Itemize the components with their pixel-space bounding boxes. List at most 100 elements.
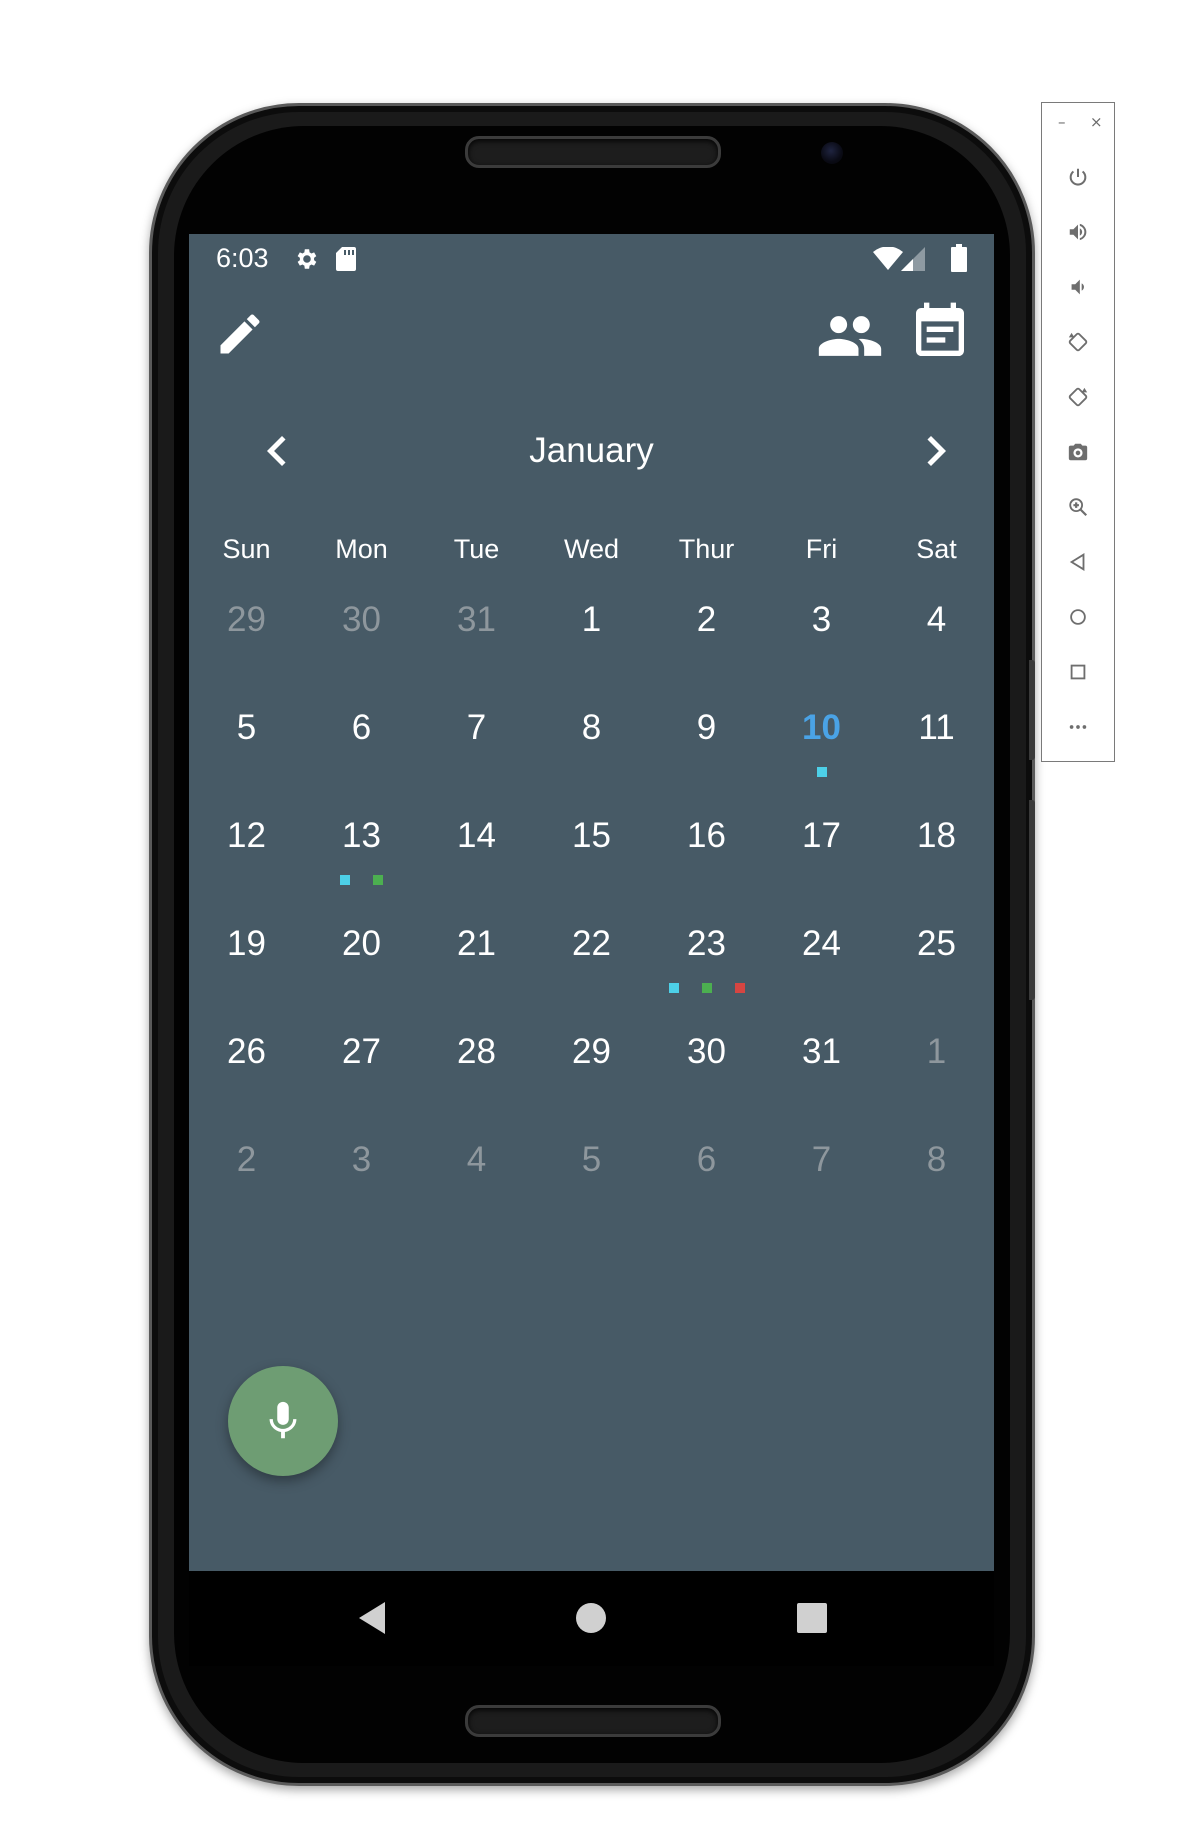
day-cell-other-month[interactable]: 31 [419, 574, 534, 682]
day-cell[interactable]: 23 [649, 898, 764, 1006]
month-title: January [529, 431, 654, 470]
day-number: 30 [687, 1032, 726, 1071]
day-cell[interactable]: 28 [419, 1006, 534, 1114]
back-icon[interactable] [351, 1598, 391, 1643]
day-cell-other-month[interactable]: 2 [189, 1114, 304, 1222]
rotate-right-icon[interactable] [1056, 375, 1100, 419]
day-number: 15 [572, 816, 611, 855]
day-cell[interactable]: 13 [304, 790, 419, 898]
day-cell[interactable]: 26 [189, 1006, 304, 1114]
day-number: 31 [802, 1032, 841, 1071]
overview-icon[interactable] [1056, 650, 1100, 694]
day-number: 17 [802, 816, 841, 855]
day-number: 5 [581, 1140, 602, 1179]
day-cell[interactable]: 15 [534, 790, 649, 898]
zoom-icon[interactable] [1056, 485, 1100, 529]
day-number: 12 [227, 816, 266, 855]
day-cell[interactable]: 6 [304, 682, 419, 790]
event-indicators [764, 767, 879, 777]
weekday-label: Sun [222, 534, 271, 564]
wifi-icon [873, 246, 903, 276]
day-number: 16 [687, 816, 726, 855]
weekday-header: Sun Mon Tue Wed Thur Fri Sat [189, 524, 994, 574]
day-number: 6 [696, 1140, 717, 1179]
earpiece-speaker [465, 136, 721, 168]
day-number: 27 [342, 1032, 381, 1071]
day-cell[interactable]: 12 [189, 790, 304, 898]
recents-icon[interactable] [792, 1598, 832, 1643]
settings-icon [293, 246, 319, 277]
close-button[interactable]: × [1090, 113, 1103, 131]
day-number: 25 [917, 924, 956, 963]
back-icon[interactable] [1056, 540, 1100, 584]
day-cell[interactable]: 9 [649, 682, 764, 790]
day-cell-other-month[interactable]: 5 [534, 1114, 649, 1222]
day-cell[interactable]: 31 [764, 1006, 879, 1114]
day-number: 18 [917, 816, 956, 855]
day-cell-today[interactable]: 10 [764, 682, 879, 790]
day-cell[interactable]: 17 [764, 790, 879, 898]
day-cell-other-month[interactable]: 30 [304, 574, 419, 682]
stage: 6:03 January Sun Mon Tue Wed Thur Fri Sa… [0, 0, 1187, 1840]
day-cell[interactable]: 21 [419, 898, 534, 1006]
day-number: 11 [918, 708, 955, 747]
day-cell[interactable]: 30 [649, 1006, 764, 1114]
more-icon[interactable] [1056, 705, 1100, 749]
day-cell[interactable]: 24 [764, 898, 879, 1006]
day-cell-other-month[interactable]: 4 [419, 1114, 534, 1222]
day-cell[interactable]: 8 [534, 682, 649, 790]
voice-input-button[interactable] [228, 1366, 338, 1476]
power-icon[interactable] [1056, 155, 1100, 199]
day-number: 28 [457, 1032, 496, 1071]
side-button [1029, 800, 1035, 1000]
day-cell[interactable]: 22 [534, 898, 649, 1006]
next-month-button[interactable] [906, 421, 966, 481]
day-number: 8 [926, 1140, 947, 1179]
front-camera [821, 142, 843, 164]
home-icon[interactable] [571, 1598, 611, 1643]
home-icon[interactable] [1056, 595, 1100, 639]
day-cell-other-month[interactable]: 6 [649, 1114, 764, 1222]
day-number: 30 [342, 600, 381, 639]
day-cell-other-month[interactable]: 29 [189, 574, 304, 682]
edit-pencil-icon[interactable] [214, 308, 266, 365]
event-note-icon[interactable] [908, 300, 972, 369]
day-number: 10 [802, 708, 841, 747]
day-number: 7 [811, 1140, 832, 1179]
day-cell-other-month[interactable]: 7 [764, 1114, 879, 1222]
month-navigation: January [189, 421, 994, 481]
day-cell[interactable]: 29 [534, 1006, 649, 1114]
day-cell[interactable]: 4 [879, 574, 994, 682]
day-cell[interactable]: 11 [879, 682, 994, 790]
camera-icon[interactable] [1056, 430, 1100, 474]
day-cell-other-month[interactable]: 3 [304, 1114, 419, 1222]
battery-icon [951, 244, 967, 277]
day-cell[interactable]: 5 [189, 682, 304, 790]
previous-month-button[interactable] [247, 421, 307, 481]
day-cell[interactable]: 25 [879, 898, 994, 1006]
system-nav-bar [189, 1571, 994, 1666]
event-indicators [304, 875, 419, 885]
day-cell[interactable]: 20 [304, 898, 419, 1006]
day-cell[interactable]: 3 [764, 574, 879, 682]
day-cell[interactable]: 27 [304, 1006, 419, 1114]
day-number: 23 [687, 924, 726, 963]
day-cell[interactable]: 7 [419, 682, 534, 790]
rotate-left-icon[interactable] [1056, 320, 1100, 364]
day-cell[interactable]: 1 [534, 574, 649, 682]
day-number: 8 [581, 708, 602, 747]
volume-up-icon[interactable] [1056, 210, 1100, 254]
day-cell-other-month[interactable]: 1 [879, 1006, 994, 1114]
day-cell[interactable]: 2 [649, 574, 764, 682]
people-icon[interactable] [816, 302, 884, 375]
minimize-button[interactable]: – [1058, 113, 1066, 131]
day-cell-other-month[interactable]: 8 [879, 1114, 994, 1222]
day-number: 29 [572, 1032, 611, 1071]
day-cell[interactable]: 18 [879, 790, 994, 898]
day-cell[interactable]: 16 [649, 790, 764, 898]
volume-down-icon[interactable] [1056, 265, 1100, 309]
day-cell[interactable]: 14 [419, 790, 534, 898]
event-dot [373, 875, 383, 885]
day-cell[interactable]: 19 [189, 898, 304, 1006]
side-button [1029, 660, 1035, 760]
